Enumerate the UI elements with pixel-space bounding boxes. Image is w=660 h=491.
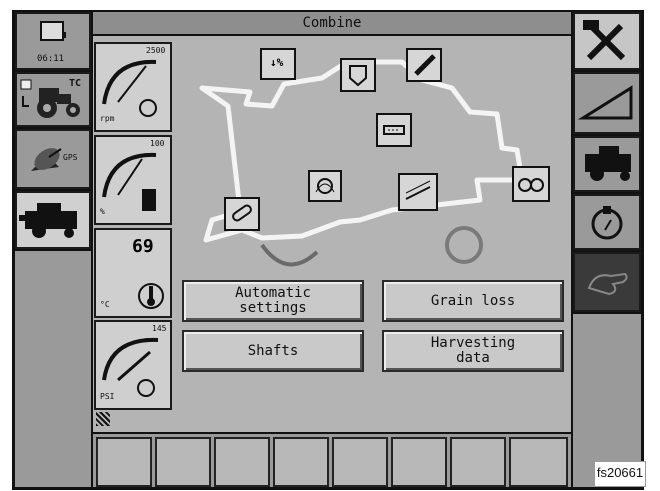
combine-view-button[interactable]: [573, 136, 641, 192]
grain-loss-button[interactable]: Grain loss: [382, 280, 564, 322]
function-slot-6[interactable]: [391, 437, 447, 487]
hand-button[interactable]: [573, 252, 641, 312]
hand-icon: [587, 272, 628, 296]
straw-walker-sensor[interactable]: [512, 166, 550, 202]
left-sidebar-filler: [15, 251, 91, 487]
harvesting-data-button[interactable]: Harvesting data: [382, 330, 564, 372]
thermometer-icon: [138, 283, 164, 309]
pressure-max: 145: [152, 324, 167, 333]
slope-icon: [577, 85, 633, 120]
chopper-sensor[interactable]: [376, 113, 412, 147]
gps-antenna-icon: [31, 148, 62, 171]
chopper-icon: [383, 125, 405, 135]
walker-icon: [518, 178, 544, 192]
function-slot-4[interactable]: [273, 437, 329, 487]
engine-oil-icon: [591, 206, 623, 240]
sieve-sensor[interactable]: [398, 173, 438, 211]
fuel-pump-icon: [142, 189, 156, 211]
shafts-button[interactable]: Shafts: [182, 330, 364, 372]
function-slot-5[interactable]: [332, 437, 388, 487]
gps-button[interactable]: GPS: [15, 129, 91, 189]
sieve-icon: [405, 180, 431, 200]
terminal-screen: 06:11 TC GPS Combine 2500 rpm 100 % 69 °…: [12, 10, 644, 490]
function-slot-2[interactable]: [155, 437, 211, 487]
auger-icon: [414, 54, 436, 76]
fuel-gauge: 100 %: [94, 135, 172, 225]
threshing-drum-sensor[interactable]: [308, 170, 342, 202]
rpm-max: 2500: [146, 46, 166, 55]
clock-button[interactable]: 06:11: [15, 12, 91, 70]
tractor-button[interactable]: TC: [15, 72, 91, 127]
chain-icon: [232, 204, 252, 222]
tractor-label: TC: [69, 78, 82, 89]
engine-oil-button[interactable]: [573, 194, 641, 250]
function-slot-8[interactable]: [509, 437, 568, 487]
combine-button[interactable]: [15, 191, 91, 249]
hatch-icon: [96, 412, 110, 426]
gps-label: GPS: [63, 153, 78, 162]
page-title: Combine: [93, 12, 571, 34]
temperature-gauge: 69 °C: [94, 228, 172, 318]
pressure-gauge: 145 PSI: [94, 320, 172, 410]
drum-icon: [315, 178, 335, 194]
temperature-value: 69: [132, 236, 154, 257]
header-height-sensor[interactable]: ↓%: [260, 48, 296, 80]
rpm-gauge: 2500 rpm: [94, 42, 172, 132]
feeder-sensor[interactable]: [224, 197, 260, 231]
tools-button[interactable]: [573, 12, 641, 70]
function-slot-7[interactable]: [450, 437, 506, 487]
tools-icon: [583, 20, 626, 61]
fuel-unit: %: [100, 207, 105, 216]
shield-icon: [349, 65, 367, 87]
pressure-unit: PSI: [100, 392, 115, 401]
rpm-unit: rpm: [100, 114, 115, 123]
function-slot-1[interactable]: [96, 437, 152, 487]
clock-time: 06:11: [37, 54, 65, 64]
combine-side-icon: [585, 146, 631, 181]
combine-icon: [19, 203, 77, 238]
slope-button[interactable]: [573, 72, 641, 134]
unloading-auger-sensor[interactable]: [406, 48, 442, 82]
temperature-unit: °C: [100, 300, 110, 309]
automatic-settings-button[interactable]: Automatic settings: [182, 280, 364, 322]
fuel-max: 100: [150, 139, 165, 148]
figure-id-label: fs20661: [594, 461, 646, 487]
function-slot-3[interactable]: [214, 437, 270, 487]
grain-tank-sensor[interactable]: [340, 58, 376, 92]
